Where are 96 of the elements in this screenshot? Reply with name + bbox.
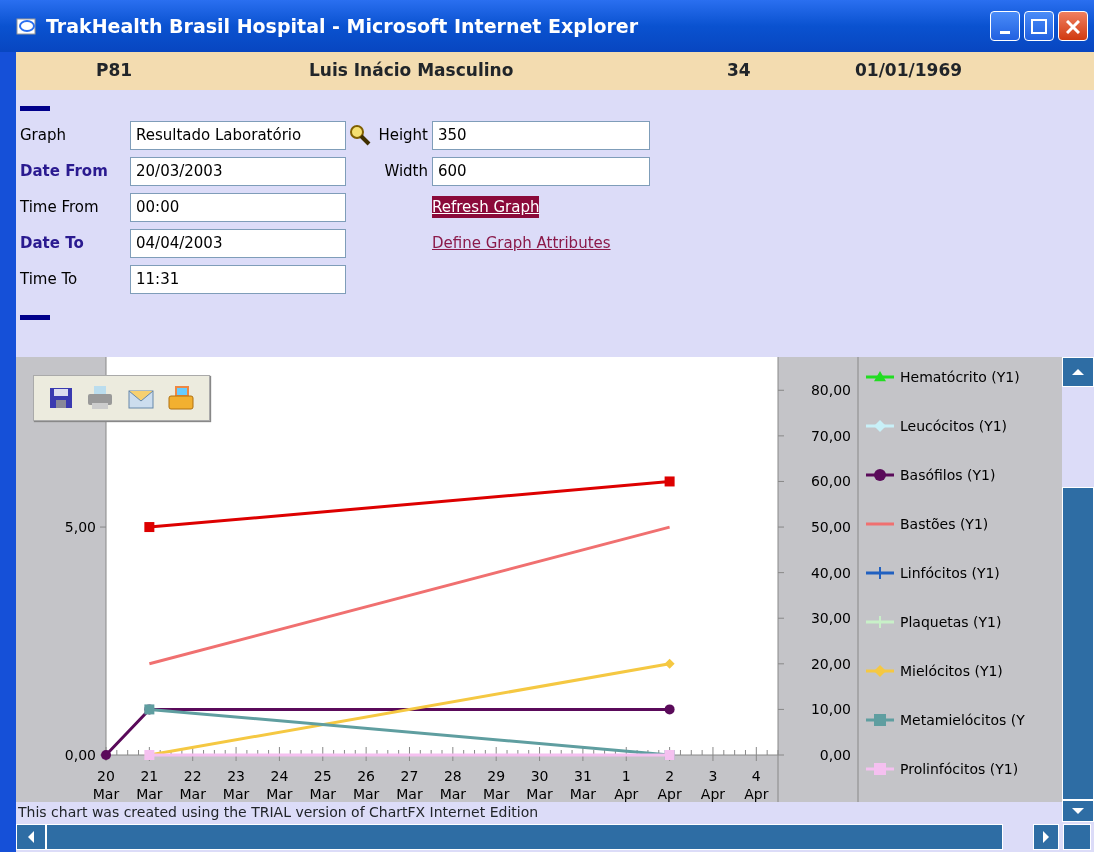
text-field[interactable]: Resultado Laboratório: [130, 120, 346, 150]
scroll-thumb[interactable]: [1062, 487, 1094, 800]
y-tick-label: 5,00: [64, 519, 96, 536]
field-label: Time To: [20, 268, 79, 290]
y-tick-label: 50,00: [810, 519, 851, 536]
patient-info: 34: [727, 59, 752, 83]
field-label: Time From: [20, 196, 100, 218]
legend-label: Bastões (Y1): [900, 516, 989, 532]
minimize-icon: [1000, 31, 1010, 34]
y-tick-label: 10,00: [810, 701, 851, 718]
scroll-thumb[interactable]: [46, 824, 1003, 850]
vertical-scrollbar[interactable]: [1062, 357, 1094, 822]
legend-label: Hematócrito (Y1): [900, 369, 1020, 385]
field-label: Width: [383, 160, 429, 182]
legend-label: Metamielócitos (Y: [900, 712, 1025, 728]
y-tick-label: 0,00: [819, 747, 851, 763]
browser-icon: [16, 16, 38, 36]
window-title: TrakHealth Brasil Hospital - Microsoft Internet Explorer: [46, 13, 639, 39]
patient-info: Luis Inácio Masculino: [309, 59, 515, 83]
data-point: [144, 522, 155, 533]
x-tick-label: 26 Mar: [352, 768, 380, 802]
x-tick-label: 23 Mar: [222, 768, 250, 802]
scroll-down-button[interactable]: [1062, 800, 1094, 822]
x-tick-label: 3 Apr: [700, 768, 726, 802]
legend-label: Linfócitos (Y1): [900, 565, 1000, 581]
x-tick-label: 2 Apr: [657, 768, 682, 802]
legend-line-icon: [866, 665, 894, 677]
scroll-up-button[interactable]: [1062, 357, 1094, 387]
x-tick-label: 21 Mar: [136, 768, 163, 802]
legend-label: Prolinfócitos (Y1): [900, 761, 1019, 777]
data-point: [664, 476, 675, 487]
text-field[interactable]: 04/04/2003: [130, 228, 346, 258]
close-icon: [1066, 19, 1080, 34]
x-tick-label: 28 Mar: [439, 768, 467, 802]
text-field[interactable]: 11:31: [130, 264, 346, 294]
y-tick-label: 60,00: [810, 473, 851, 490]
dash-marker: [20, 106, 50, 111]
x-tick-label: 31 Mar: [569, 768, 597, 802]
legend-line-icon: [866, 371, 894, 382]
minimize-button[interactable]: [990, 11, 1020, 41]
legend-label: Leucócitos (Y1): [900, 418, 1008, 434]
legend-line-icon: [866, 566, 894, 580]
legend-label: Mielócitos (Y1): [900, 663, 1003, 679]
close-button[interactable]: [1058, 11, 1088, 41]
scroll-right-button[interactable]: [1033, 824, 1059, 850]
y-tick-label: 40,00: [810, 564, 851, 581]
up-arrow-icon: [1071, 368, 1085, 376]
search-icon[interactable]: [348, 123, 372, 147]
y-tick-label: 0,00: [64, 747, 96, 763]
right-arrow-icon: [1042, 830, 1050, 844]
field-label: Date From: [20, 160, 109, 182]
legend-line-icon: [866, 615, 894, 629]
y-tick-label: 70,00: [810, 427, 851, 444]
text-field[interactable]: 00:00: [130, 192, 346, 222]
down-arrow-icon: [1071, 807, 1085, 815]
legend-line-icon: [866, 714, 894, 726]
dash-marker: [20, 315, 50, 320]
scroll-left-button[interactable]: [16, 824, 46, 850]
x-tick-label: 22 Mar: [179, 768, 206, 802]
legend-line-icon: [866, 469, 894, 481]
y-tick-label: 20,00: [810, 655, 851, 672]
patient-info: P81: [96, 59, 134, 83]
field-label: Date To: [20, 232, 85, 254]
y-tick-label: 30,00: [810, 610, 851, 627]
graph-link[interactable]: Refresh Graph: [432, 195, 540, 219]
x-tick-label: 25 Mar: [309, 768, 336, 802]
horizontal-scrollbar[interactable]: [16, 822, 1094, 852]
legend-line-icon: [866, 522, 894, 526]
legend-label: Plaquetas (Y1): [900, 614, 1002, 630]
x-tick-label: 29 Mar: [483, 768, 510, 802]
data-point: [664, 658, 675, 669]
maximize-button[interactable]: [1024, 11, 1054, 41]
patient-info: 01/01/1969: [855, 59, 964, 83]
text-field[interactable]: 600: [432, 156, 650, 186]
x-tick-label: 20 Mar: [92, 768, 120, 802]
text-field[interactable]: 350: [432, 120, 650, 150]
field-label: Graph: [20, 124, 67, 146]
x-tick-label: 30 Mar: [526, 768, 553, 802]
text-field[interactable]: 20/03/2003: [130, 156, 346, 186]
legend-line-icon: [866, 420, 894, 432]
field-label: Height: [377, 124, 429, 146]
maximize-icon: [1031, 19, 1047, 34]
legend-label: Basófilos (Y1): [900, 467, 996, 483]
x-tick-label: 1 Apr: [614, 768, 639, 802]
x-tick-label: 4 Apr: [744, 768, 769, 802]
y-tick-label: 80,00: [810, 382, 851, 399]
scrollbar-corner: [1063, 824, 1091, 850]
graph-link[interactable]: Define Graph Attributes: [432, 231, 611, 255]
fax-icon[interactable]: [166, 385, 195, 411]
save-icon[interactable]: [48, 386, 75, 410]
data-point: [664, 704, 675, 715]
left-arrow-icon: [27, 830, 35, 844]
legend-line-icon: [866, 763, 894, 775]
x-tick-label: 27 Mar: [396, 768, 423, 802]
x-tick-label: 24 Mar: [266, 768, 293, 802]
data-point: [101, 750, 111, 760]
